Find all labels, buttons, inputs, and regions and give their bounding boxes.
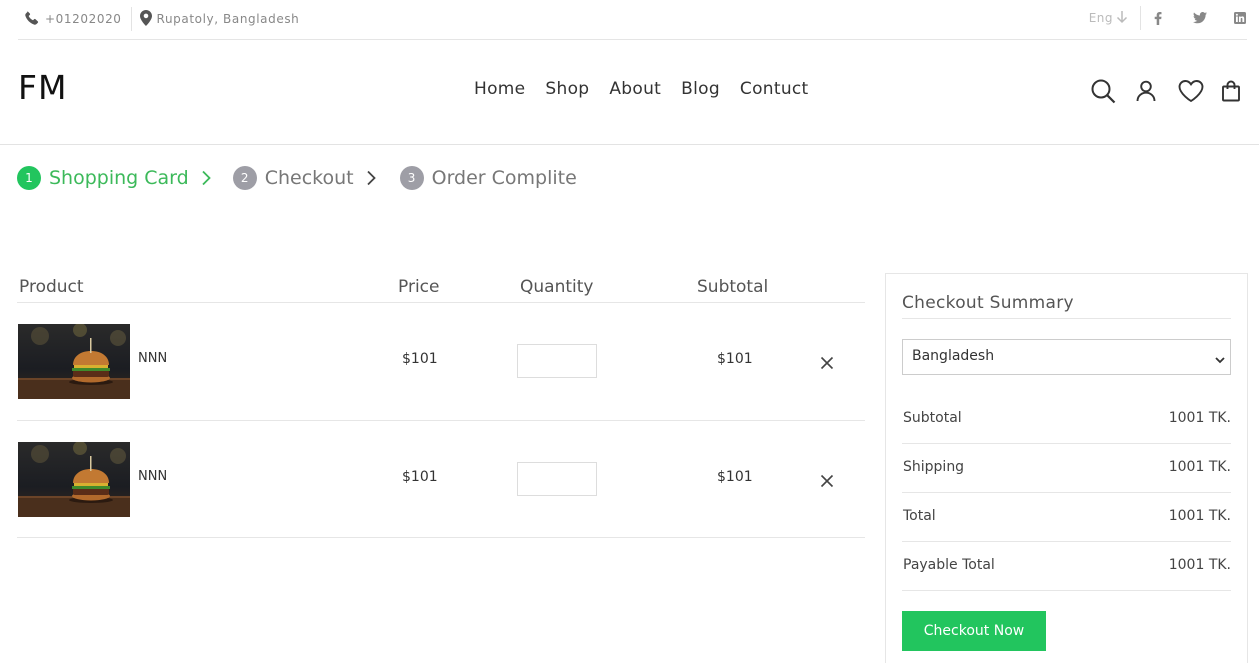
- facebook-icon[interactable]: [1151, 11, 1165, 25]
- summary-label: Subtotal: [903, 410, 962, 426]
- chevron-right-icon: [366, 170, 376, 186]
- bag-icon[interactable]: [1221, 80, 1241, 102]
- language-label: Eng: [1088, 11, 1113, 25]
- product-name[interactable]: NNN: [138, 469, 167, 484]
- summary-value: 1001 TK.: [1168, 557, 1231, 573]
- nav-contact[interactable]: Contuct: [740, 79, 809, 99]
- divider: [1140, 6, 1141, 30]
- summary-row-total: Total 1001 TK.: [902, 493, 1231, 542]
- divider: [130, 7, 132, 31]
- logo[interactable]: FM: [18, 68, 67, 107]
- step-checkout[interactable]: 2 Checkout: [232, 166, 400, 190]
- phone-icon: [24, 10, 45, 29]
- summary-row-subtotal: Subtotal 1001 TK.: [902, 395, 1231, 444]
- nav-about[interactable]: About: [609, 79, 661, 99]
- product-price: $101: [402, 351, 438, 367]
- summary-label: Total: [903, 508, 936, 524]
- column-price: Price: [398, 277, 440, 297]
- location-text: Rupatoly, Bangladesh: [156, 12, 300, 26]
- summary-value: 1001 TK.: [1168, 459, 1231, 475]
- summary-value: 1001 TK.: [1168, 410, 1231, 426]
- summary-label: Shipping: [903, 459, 965, 475]
- main-nav: Home Shop About Blog Contuct: [474, 79, 829, 99]
- column-quantity: Quantity: [520, 277, 594, 297]
- step-number: 3: [399, 166, 424, 190]
- top-bar: +01202020 Rupatoly, Bangladesh Eng: [18, 0, 1247, 40]
- country-value: Bangladesh: [912, 348, 995, 364]
- table-row: NNN $101 $101: [17, 421, 865, 538]
- step-label: Checkout: [264, 167, 354, 189]
- summary-row-payable-total: Payable Total 1001 TK.: [902, 542, 1231, 591]
- summary-label: Payable Total: [903, 557, 995, 573]
- cart-table: Product Price Quantity Subtotal NNN $101…: [17, 272, 865, 538]
- step-label: Shopping Card: [49, 167, 189, 189]
- arrow-down-icon: [1113, 10, 1128, 27]
- summary-title: Checkout Summary: [902, 293, 1074, 313]
- column-subtotal: Subtotal: [697, 277, 769, 297]
- product-subtotal: $101: [717, 351, 753, 367]
- cart-header-row: Product Price Quantity Subtotal: [17, 272, 865, 303]
- language-selector[interactable]: Eng: [1089, 10, 1128, 27]
- column-product: Product: [19, 277, 84, 297]
- product-image[interactable]: [18, 442, 130, 517]
- product-price: $101: [402, 469, 438, 485]
- quantity-input[interactable]: [517, 462, 597, 496]
- step-order-complete[interactable]: 3 Order Complite: [399, 166, 577, 190]
- divider: [902, 318, 1231, 319]
- phone-info: +01202020: [24, 10, 122, 29]
- step-number: 1: [17, 166, 41, 190]
- product-subtotal: $101: [717, 469, 753, 485]
- twitter-icon[interactable]: [1193, 12, 1207, 24]
- step-number: 2: [232, 166, 257, 190]
- main-header: FM Home Shop About Blog Contuct: [0, 40, 1259, 145]
- summary-value: 1001 TK.: [1168, 508, 1231, 524]
- product-name[interactable]: NNN: [138, 351, 167, 366]
- product-image[interactable]: [18, 324, 130, 399]
- location-pin-icon: [139, 9, 157, 29]
- location-info: Rupatoly, Bangladesh: [139, 9, 300, 29]
- linkedin-icon[interactable]: [1233, 12, 1247, 24]
- step-label: Order Complite: [431, 167, 577, 189]
- summary-row-shipping: Shipping 1001 TK.: [902, 444, 1231, 493]
- nav-blog[interactable]: Blog: [681, 79, 720, 99]
- user-icon[interactable]: [1136, 80, 1156, 102]
- checkout-now-button[interactable]: Checkout Now: [902, 611, 1046, 651]
- nav-shop[interactable]: Shop: [545, 79, 589, 99]
- close-icon[interactable]: [820, 473, 834, 488]
- search-icon[interactable]: [1090, 78, 1116, 104]
- quantity-input[interactable]: [517, 344, 597, 378]
- country-select[interactable]: Bangladesh: [902, 339, 1231, 375]
- heart-icon[interactable]: [1178, 80, 1204, 102]
- nav-home[interactable]: Home: [474, 79, 525, 99]
- chevron-right-icon: [201, 170, 211, 186]
- table-row: NNN $101 $101: [17, 303, 865, 421]
- phone-number: +01202020: [45, 12, 122, 26]
- checkout-steps: 1 Shopping Card 2 Checkout 3 Order Compl…: [17, 165, 577, 191]
- close-icon[interactable]: [820, 355, 834, 370]
- chevron-down-icon: [1215, 352, 1225, 368]
- step-shopping-card[interactable]: 1 Shopping Card: [17, 166, 233, 190]
- checkout-summary: Checkout Summary Bangladesh Subtotal 100…: [885, 273, 1248, 663]
